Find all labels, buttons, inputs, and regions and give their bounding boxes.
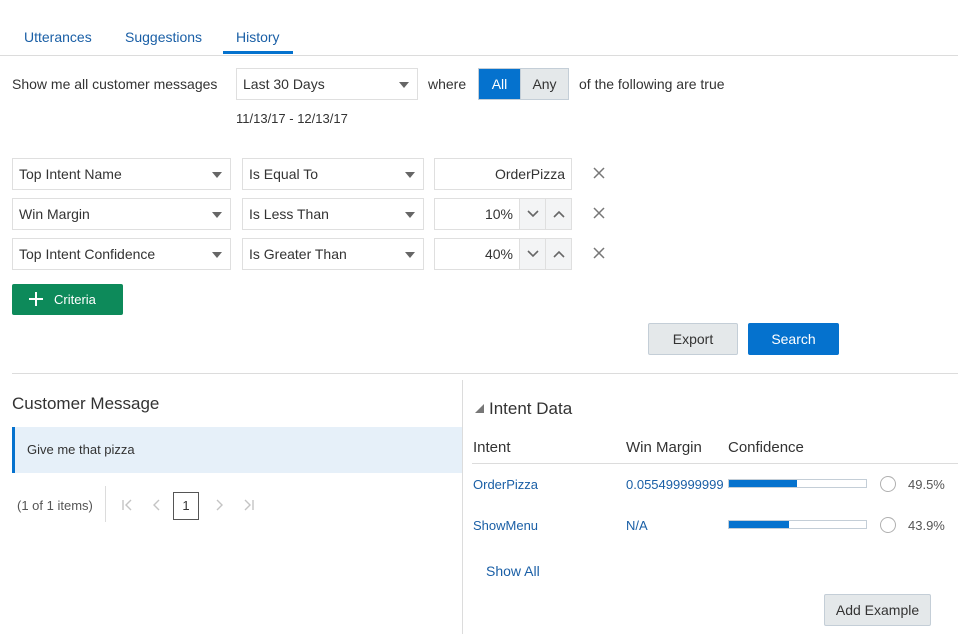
criteria-operator-value: Is Greater Than <box>249 246 347 262</box>
show-all-link[interactable]: Show All <box>486 563 540 579</box>
last-page-icon[interactable] <box>242 498 256 512</box>
criteria-field-value: Win Margin <box>19 206 90 222</box>
chevron-down-icon <box>212 212 222 218</box>
pager-divider <box>105 486 106 522</box>
criteria-operator-select[interactable]: Is Equal To <box>242 158 424 190</box>
remove-criteria-icon[interactable] <box>592 246 606 260</box>
column-header-confidence: Confidence <box>728 439 804 456</box>
chevron-up-icon <box>553 210 565 218</box>
criteria-operator-select[interactable]: Is Less Than <box>242 198 424 230</box>
date-range-value: Last 30 Days <box>243 76 325 92</box>
criteria-field-select[interactable]: Win Margin <box>12 198 231 230</box>
tab-history[interactable]: History <box>223 29 293 54</box>
criteria-operator-select[interactable]: Is Greater Than <box>242 238 424 270</box>
criteria-value-text: 40% <box>484 246 513 262</box>
panel-divider <box>462 380 463 634</box>
add-example-button[interactable]: Add Example <box>824 594 931 626</box>
criteria-value-text: OrderPizza <box>494 166 565 182</box>
chevron-up-icon <box>553 250 565 258</box>
plus-icon <box>29 292 43 306</box>
increment-button[interactable] <box>545 239 571 269</box>
criteria-field-value: Top Intent Name <box>19 166 122 182</box>
customer-message-title: Customer Message <box>12 394 160 413</box>
next-page-icon[interactable] <box>212 498 226 512</box>
win-margin-value: N/A <box>626 518 648 533</box>
intent-link[interactable]: OrderPizza <box>473 477 538 492</box>
divider <box>12 373 958 374</box>
chevron-down-icon <box>212 252 222 258</box>
criteria-field-select[interactable]: Top Intent Name <box>12 158 231 190</box>
intent-data-title: Intent Data <box>489 399 573 418</box>
criteria-field-select[interactable]: Top Intent Confidence <box>12 238 231 270</box>
win-margin-value: 0.055499999999 <box>626 477 724 492</box>
chevron-down-icon <box>405 212 415 218</box>
column-header-intent: Intent <box>473 439 511 456</box>
decrement-button[interactable] <box>519 239 545 269</box>
page-number-button[interactable]: 1 <box>173 492 199 520</box>
chevron-down-icon <box>527 250 539 258</box>
first-page-icon[interactable] <box>120 498 134 512</box>
list-item[interactable]: Give me that pizza <box>12 427 462 473</box>
confidence-bar-fill <box>729 480 797 487</box>
where-label: where <box>428 76 467 92</box>
chevron-down-icon <box>527 210 539 218</box>
match-any-button[interactable]: Any <box>520 69 568 99</box>
tab-suggestions[interactable]: Suggestions <box>125 29 202 45</box>
confidence-bar <box>728 520 867 529</box>
chevron-down-icon <box>399 82 409 88</box>
filter-prefix-label: Show me all customer messages <box>12 76 218 92</box>
tab-bar: Utterances Suggestions History <box>0 0 958 56</box>
column-header-win-margin: Win Margin <box>626 439 702 456</box>
remove-criteria-icon[interactable] <box>592 166 606 180</box>
collapse-triangle-icon[interactable] <box>474 403 485 414</box>
decrement-button[interactable] <box>519 199 545 229</box>
add-criteria-button[interactable]: Criteria <box>12 284 123 315</box>
criteria-value-stepper[interactable]: 10% <box>434 198 572 230</box>
date-range-text: 11/13/17 - 12/13/17 <box>236 111 348 126</box>
tab-utterances[interactable]: Utterances <box>24 29 92 45</box>
confidence-percent: 49.5% <box>908 477 945 492</box>
match-all-button[interactable]: All <box>479 69 520 99</box>
remove-criteria-icon[interactable] <box>592 206 606 220</box>
header-divider <box>472 463 958 464</box>
confidence-percent: 43.9% <box>908 518 945 533</box>
search-button[interactable]: Search <box>748 323 839 355</box>
select-radio[interactable] <box>880 517 896 533</box>
criteria-value-text: 10% <box>484 206 513 222</box>
criteria-value-input[interactable]: OrderPizza <box>434 158 572 190</box>
match-mode-toggle: All Any <box>478 68 569 100</box>
intent-link[interactable]: ShowMenu <box>473 518 538 533</box>
chevron-down-icon <box>405 252 415 258</box>
chevron-down-icon <box>405 172 415 178</box>
date-range-select[interactable]: Last 30 Days <box>236 68 418 100</box>
confidence-bar <box>728 479 867 488</box>
confidence-bar-fill <box>729 521 790 528</box>
select-radio[interactable] <box>880 476 896 492</box>
criteria-value-stepper[interactable]: 40% <box>434 238 572 270</box>
pager-info: (1 of 1 items) <box>17 498 93 513</box>
criteria-field-value: Top Intent Confidence <box>19 246 156 262</box>
add-criteria-label: Criteria <box>54 292 96 307</box>
increment-button[interactable] <box>545 199 571 229</box>
criteria-operator-value: Is Equal To <box>249 166 319 182</box>
export-button[interactable]: Export <box>648 323 738 355</box>
previous-page-icon[interactable] <box>150 498 164 512</box>
chevron-down-icon <box>212 172 222 178</box>
criteria-operator-value: Is Less Than <box>249 206 329 222</box>
filter-suffix-label: of the following are true <box>579 76 725 92</box>
